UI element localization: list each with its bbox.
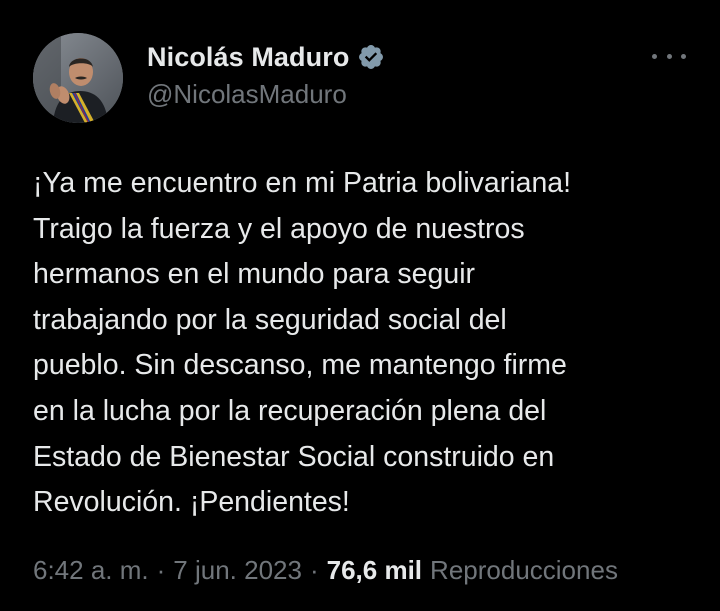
separator: ·: [309, 555, 319, 585]
more-horizontal-icon[interactable]: [652, 44, 686, 68]
avatar-image: [33, 33, 123, 123]
views-label[interactable]: Reproducciones: [430, 555, 618, 586]
more-dot: [652, 53, 657, 59]
tweet-date[interactable]: 7 jun. 2023: [173, 555, 302, 586]
author-block: Nicolás Maduro @NicolasMaduro: [147, 40, 385, 110]
tweet-card: Nicolás Maduro @NicolasMaduro ¡Ya me enc…: [0, 0, 720, 611]
verified-badge-icon[interactable]: [357, 43, 385, 71]
author-handle[interactable]: @NicolasMaduro: [147, 79, 385, 110]
tweet-time[interactable]: 6:42 a. m.: [33, 555, 149, 586]
views-count[interactable]: 76,6 mil: [327, 555, 422, 586]
more-dot: [666, 53, 672, 59]
separator: ·: [156, 555, 166, 585]
author-name-row: Nicolás Maduro: [147, 40, 385, 74]
more-dot: [681, 53, 686, 59]
tweet-meta: 6:42 a. m. · 7 jun. 2023 · 76,6 mil Repr…: [33, 555, 618, 586]
author-display-name[interactable]: Nicolás Maduro: [147, 42, 349, 73]
tweet-text: ¡Ya me encuentro en mi Patria bolivarian…: [33, 167, 572, 519]
avatar[interactable]: [33, 33, 123, 123]
